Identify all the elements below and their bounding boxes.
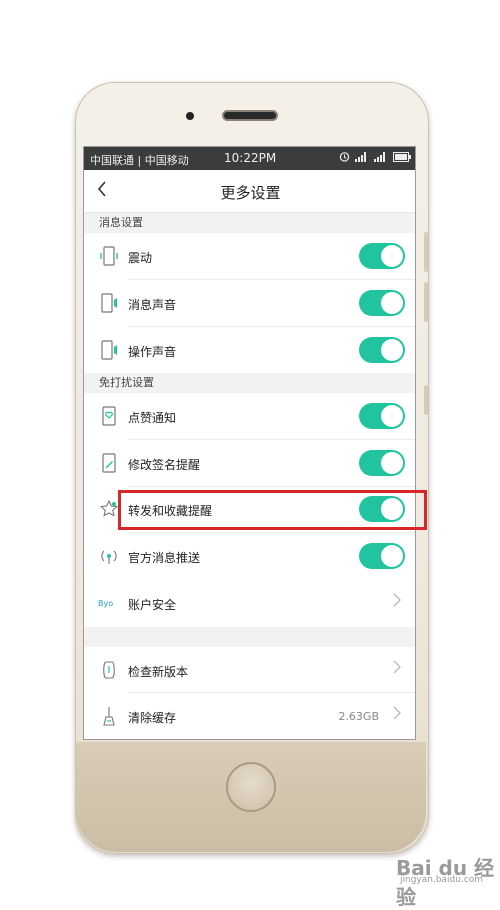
settings-row-account-security[interactable]: Byo 账户安全 [84,579,415,627]
section-spacer [84,627,415,647]
settings-row-message-sound: 消息声音 [84,280,415,327]
message-sound-label: 消息声音 [128,298,177,312]
screen: 中国联通 | 中国移动 10:22PM 更多设置 消息设置 震动 消息声音 操作… [83,146,416,740]
phone-heart-icon [102,406,116,426]
operation-sound-label: 操作声音 [128,345,177,359]
section-header-message: 消息设置 [84,213,415,233]
settings-row-check-version[interactable]: 检查新版本 [84,647,415,693]
battery-icon [393,151,411,162]
highlight-annotation-box [118,490,427,530]
chevron-right-icon [393,705,401,724]
navigation-bar: 更多设置 [84,170,415,213]
settings-row-official-push: 官方消息推送 [84,533,415,579]
status-time: 10:22PM [224,151,277,165]
vibrate-toggle[interactable] [359,243,405,269]
page-title: 更多设置 [220,184,281,202]
settings-row-vibrate: 震动 [84,233,415,280]
earpiece-speaker [222,110,278,121]
chevron-right-icon [393,592,401,611]
byo-icon: Byo [98,599,114,608]
phone-sound-icon [101,340,117,360]
phone-outline-icon [103,661,115,679]
signature-remind-label: 修改签名提醒 [128,458,201,472]
signature-remind-toggle[interactable] [359,450,405,476]
like-notify-label: 点赞通知 [128,411,177,425]
front-camera [186,112,194,120]
phone-pencil-icon [102,453,116,473]
like-notify-toggle[interactable] [359,403,405,429]
broom-icon [103,707,115,726]
official-push-label: 官方消息推送 [128,551,201,565]
power-button [424,385,428,415]
section-header-dnd: 免打扰设置 [84,373,415,393]
baidu-jingyan-watermark: Bai du 经验 jingyan.baidu.com [378,852,498,909]
volume-up-button [424,232,428,272]
settings-row-clear-cache[interactable]: 清除缓存 2.63GB [84,693,415,739]
check-version-label: 检查新版本 [128,665,189,679]
settings-row-signature-remind: 修改签名提醒 [84,440,415,487]
settings-row-operation-sound: 操作声音 [84,327,415,373]
signal-icon [374,151,385,162]
message-sound-toggle[interactable] [359,290,405,316]
phone-vibrate-icon [100,246,118,266]
phone-sound-icon [101,293,117,313]
broadcast-icon [101,550,117,564]
status-bar: 中国联通 | 中国移动 10:22PM [84,147,415,170]
official-push-toggle[interactable] [359,543,405,569]
clear-cache-label: 清除缓存 [128,711,177,725]
settings-row-like-notify: 点赞通知 [84,393,415,440]
cache-size-value: 2.63GB [338,710,379,723]
home-button[interactable] [226,762,276,812]
chevron-right-icon [393,659,401,678]
signal-icon [355,151,366,162]
vibrate-label: 震动 [128,251,153,265]
watermark-url: jingyan.baidu.com [400,875,484,885]
operation-sound-toggle[interactable] [359,337,405,363]
alarm-icon [339,152,350,162]
volume-down-button [424,282,428,322]
account-security-label: 账户安全 [128,598,177,612]
carrier-label: 中国联通 | 中国移动 [90,154,189,167]
star-icon [99,499,119,517]
